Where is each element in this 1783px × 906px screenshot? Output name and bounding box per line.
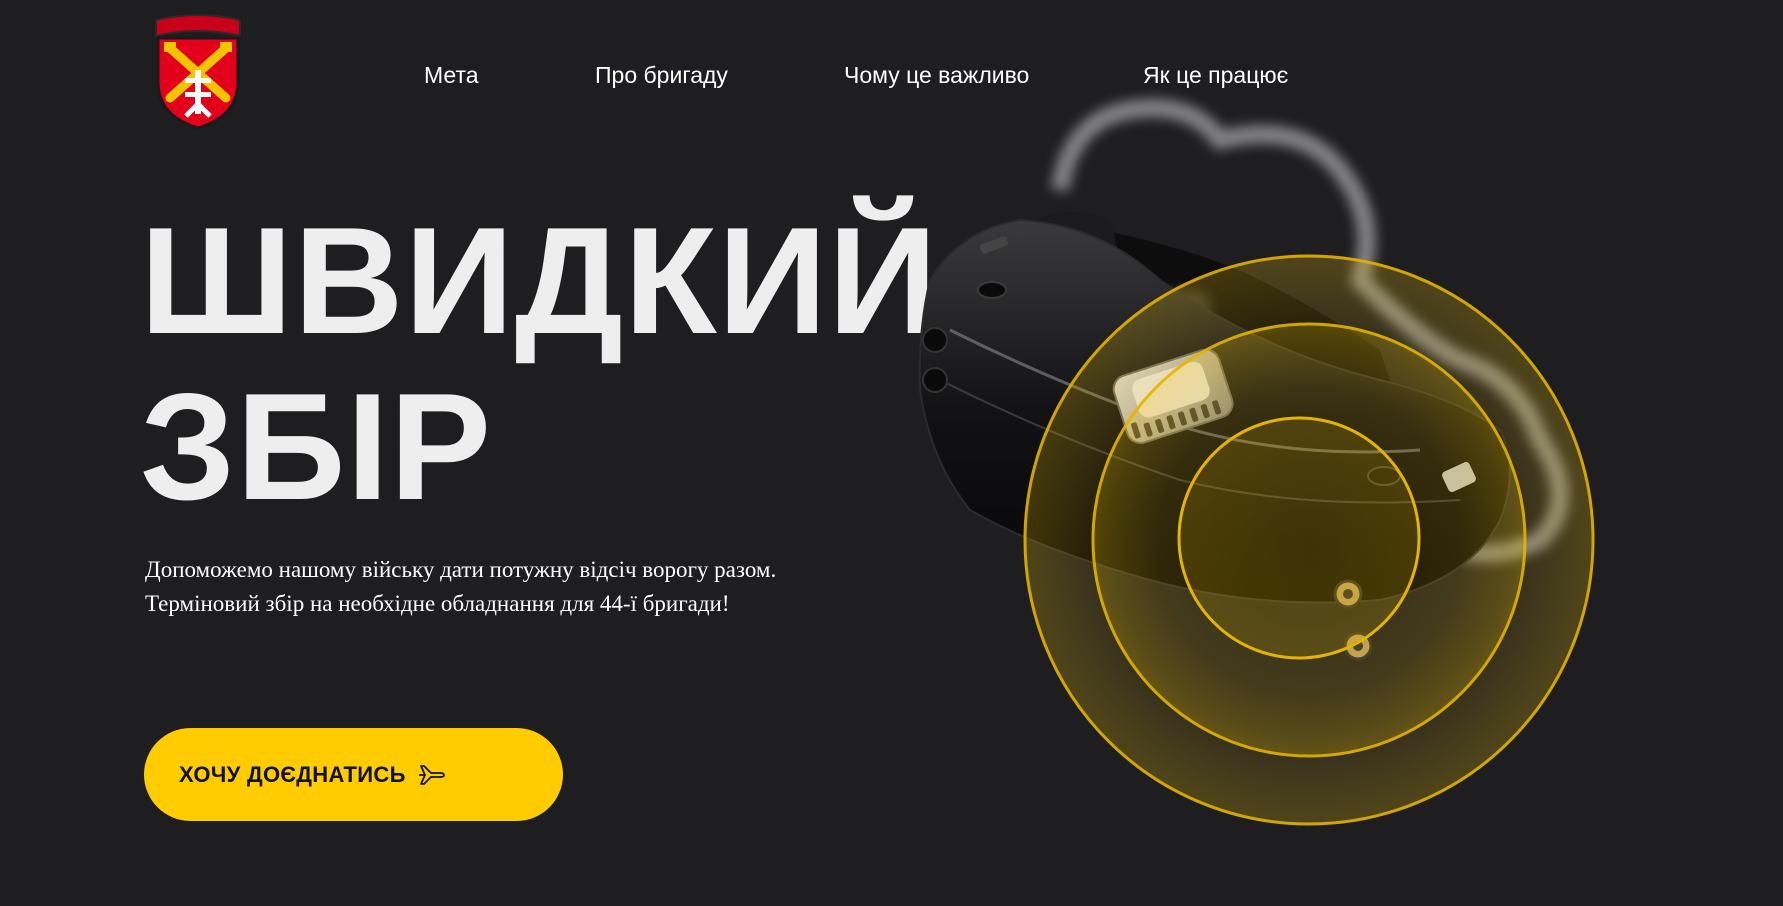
brigade-logo[interactable] (150, 12, 246, 132)
hero-subtitle-line-1: Допоможемо нашому війську дати потужну в… (145, 557, 777, 582)
page: Мета Про бригаду Чому це важливо Як це п… (0, 0, 1783, 906)
hero-subtitle-line-2: Терміновий збір на необхідне обладнання … (145, 591, 730, 616)
hero-subtitle: Допоможемо нашому війську дати потужну в… (145, 553, 845, 621)
hero-title-line-2: ЗБІР (140, 362, 493, 532)
nav-item-about-brigade[interactable]: Про бригаду (595, 60, 728, 90)
brigade-shield-emblem-icon (155, 14, 241, 130)
fpv-goggles-illustration (900, 80, 1783, 840)
join-button[interactable]: ХОЧУ ДОЄДНАТИСЬ (144, 728, 563, 821)
hero-title: ШВИДКИЙ ЗБІР (140, 198, 938, 530)
hero-title-line-1: ШВИДКИЙ (140, 196, 939, 366)
nav-item-goal[interactable]: Мета (424, 60, 479, 90)
airplane-icon (416, 760, 446, 790)
join-button-label: ХОЧУ ДОЄДНАТИСЬ (179, 761, 406, 787)
